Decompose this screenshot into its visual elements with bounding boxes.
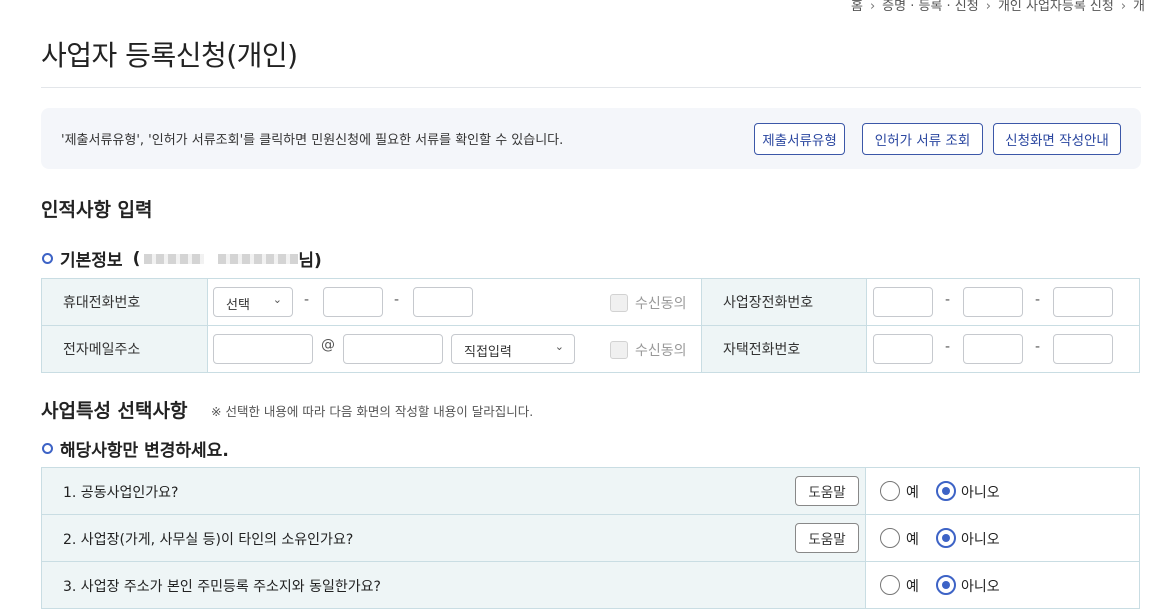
chevron-right-icon: › — [869, 0, 876, 14]
breadcrumb-certificate[interactable]: 증명 · 등록 · 신청 — [882, 0, 979, 14]
circle-bullet-icon — [42, 443, 53, 454]
answer-cell: 예 아니오 — [865, 561, 1140, 609]
breadcrumb-current: 개 — [1133, 0, 1146, 14]
no-label: 아니오 — [961, 532, 1000, 548]
business-phone-area-input[interactable] — [873, 287, 933, 317]
email-domain-input[interactable] — [343, 334, 443, 364]
business-phone-last-input[interactable] — [1053, 287, 1113, 317]
email-consent-checkbox[interactable] — [610, 341, 628, 359]
help-button[interactable]: 도움말 — [795, 476, 859, 506]
business-phone-label-cell: 사업장전화번호 — [701, 278, 867, 326]
dash: - — [1035, 339, 1041, 355]
basic-info-suffix: 님) — [298, 251, 322, 271]
home-phone-input-cell: - - — [866, 325, 1140, 373]
question-row: 1. 공동사업인가요? 도움말 예 아니오 — [41, 467, 1140, 515]
question-row: 3. 사업장 주소가 본인 주민등록 주소지와 동일한가요? 예 아니오 — [41, 561, 1140, 609]
mobile-prefix-select[interactable]: 선택 ⌄ — [213, 287, 293, 317]
chevron-down-icon: ⌄ — [554, 340, 564, 353]
breadcrumb-individual-registration[interactable]: 개인 사업자등록 신청 — [998, 0, 1114, 14]
no-radio[interactable] — [936, 528, 956, 548]
basic-info-label: 기본정보 — [60, 251, 123, 271]
yes-label: 예 — [906, 532, 919, 548]
question-cell: 1. 공동사업인가요? 도움말 — [41, 467, 866, 515]
screen-guide-button[interactable]: 신청화면 작성안내 — [993, 123, 1121, 155]
dash: - — [1035, 292, 1041, 308]
question-cell: 2. 사업장(가게, 사무실 등)이 타인의 소유인가요? 도움말 — [41, 514, 866, 562]
at-sign: @ — [321, 337, 335, 353]
mobile-label: 휴대전화번호 — [63, 295, 141, 311]
redacted-name — [144, 253, 205, 264]
change-only-heading: 해당사항만 변경하세요. — [41, 436, 229, 461]
breadcrumb-home[interactable]: 홈 — [851, 0, 863, 14]
home-phone-label: 자택전화번호 — [723, 342, 801, 358]
dash: - — [304, 292, 310, 308]
business-phone-label: 사업장전화번호 — [723, 295, 814, 311]
yes-label: 예 — [906, 579, 919, 595]
permit-doc-lookup-button[interactable]: 인허가 서류 조회 — [862, 123, 983, 155]
question-text: 1. 공동사업인가요? — [63, 485, 179, 501]
email-label-cell: 전자메일주소 — [41, 325, 208, 373]
email-consent-label: 수신동의 — [635, 343, 687, 359]
basic-info-paren: ( — [132, 248, 141, 269]
no-radio[interactable] — [936, 575, 956, 595]
personal-info-heading: 인적사항 입력 — [41, 199, 153, 221]
dash: - — [945, 292, 951, 308]
notice-box: '제출서류유형', '인허가 서류조회'를 클릭하면 민원신청에 필요한 서류를… — [41, 108, 1141, 169]
mobile-prefix-value: 선택 — [226, 298, 250, 313]
dash: - — [394, 292, 400, 308]
page-title: 사업자 등록신청(개인) — [41, 39, 298, 72]
business-questions-table: 1. 공동사업인가요? 도움말 예 아니오 2. 사업장(가게, 사무실 등)이… — [41, 467, 1140, 609]
email-row: 전자메일주소 @ 직접입력 ⌄ 수신동의 자택전화번호 - - — [41, 325, 1140, 373]
answer-cell: 예 아니오 — [865, 467, 1140, 515]
dash: - — [945, 339, 951, 355]
yes-radio[interactable] — [880, 481, 900, 501]
sms-consent-label: 수신동의 — [635, 296, 687, 312]
email-label: 전자메일주소 — [63, 342, 141, 358]
question-text: 3. 사업장 주소가 본인 주민등록 주소지와 동일한가요? — [63, 579, 381, 595]
basic-info-heading: 기본정보 ( 님) — [41, 246, 322, 271]
no-radio[interactable] — [936, 481, 956, 501]
help-button[interactable]: 도움말 — [795, 523, 859, 553]
chevron-down-icon: ⌄ — [272, 293, 282, 306]
mobile-middle-input[interactable] — [323, 287, 383, 317]
title-divider — [41, 87, 1141, 88]
home-phone-last-input[interactable] — [1053, 334, 1113, 364]
mobile-last-input[interactable] — [413, 287, 473, 317]
notice-text: '제출서류유형', '인허가 서류조회'를 클릭하면 민원신청에 필요한 서류를… — [61, 133, 564, 148]
yes-radio[interactable] — [880, 575, 900, 595]
question-cell: 3. 사업장 주소가 본인 주민등록 주소지와 동일한가요? — [41, 561, 866, 609]
yes-radio[interactable] — [880, 528, 900, 548]
business-characteristics-note: ※ 선택한 내용에 따라 다음 화면의 작성할 내용이 달라집니다. — [211, 404, 534, 419]
chevron-right-icon: › — [985, 0, 991, 14]
email-input-cell: @ 직접입력 ⌄ 수신동의 — [207, 325, 702, 373]
no-label: 아니오 — [961, 579, 1000, 595]
breadcrumb: 홈 › 증명 · 등록 · 신청 › 개인 사업자등록 신청 › 개 — [851, 0, 1145, 14]
change-only-label: 해당사항만 변경하세요. — [60, 441, 229, 461]
answer-cell: 예 아니오 — [865, 514, 1140, 562]
chevron-right-icon: › — [1120, 0, 1127, 14]
home-phone-middle-input[interactable] — [963, 334, 1023, 364]
question-text: 2. 사업장(가게, 사무실 등)이 타인의 소유인가요? — [63, 532, 354, 548]
submission-doc-type-button[interactable]: 제출서류유형 — [754, 123, 845, 155]
business-phone-middle-input[interactable] — [963, 287, 1023, 317]
business-characteristics-heading: 사업특성 선택사항 — [41, 400, 188, 422]
email-domain-select[interactable]: 직접입력 ⌄ — [451, 334, 575, 364]
mobile-input-cell: 선택 ⌄ - - 수신동의 — [207, 278, 702, 326]
home-phone-area-input[interactable] — [873, 334, 933, 364]
sms-consent-checkbox[interactable] — [610, 294, 628, 312]
circle-bullet-icon — [42, 253, 53, 264]
no-label: 아니오 — [961, 485, 1000, 501]
email-domain-select-value: 직접입력 — [464, 345, 512, 360]
mobile-row: 휴대전화번호 선택 ⌄ - - 수신동의 사업장전화번호 - - — [41, 278, 1140, 326]
mobile-label-cell: 휴대전화번호 — [41, 278, 208, 326]
email-id-input[interactable] — [213, 334, 313, 364]
redacted-id — [218, 253, 299, 264]
business-phone-input-cell: - - — [866, 278, 1140, 326]
contact-table: 휴대전화번호 선택 ⌄ - - 수신동의 사업장전화번호 - - 전자메일주소 … — [41, 278, 1140, 373]
yes-label: 예 — [906, 485, 919, 501]
question-row: 2. 사업장(가게, 사무실 등)이 타인의 소유인가요? 도움말 예 아니오 — [41, 514, 1140, 562]
home-phone-label-cell: 자택전화번호 — [701, 325, 867, 373]
